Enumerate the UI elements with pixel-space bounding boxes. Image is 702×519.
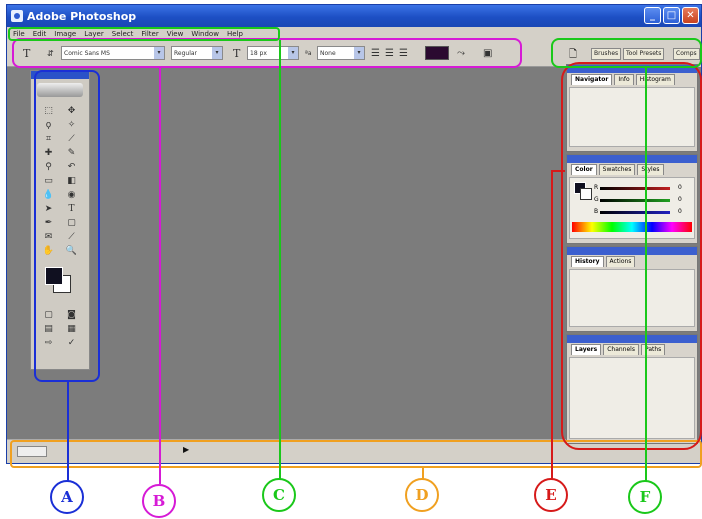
maximize-button[interactable]: □ <box>663 7 680 24</box>
callout-box-b <box>12 38 522 68</box>
foreground-color-swatch[interactable] <box>45 267 63 285</box>
callout-c: C <box>262 478 296 512</box>
callout-line-f <box>645 66 647 482</box>
callout-line-b <box>159 66 161 484</box>
callout-e: E <box>534 478 568 512</box>
callout-a: A <box>50 480 84 514</box>
callout-a-letter: A <box>61 488 73 506</box>
callout-b-letter: B <box>152 492 166 510</box>
window-title: Adobe Photoshop <box>27 9 137 23</box>
callout-line-c <box>279 40 281 480</box>
callout-d: D <box>405 478 439 512</box>
callout-e-letter: E <box>545 486 557 504</box>
photoshop-logo-icon <box>11 10 23 22</box>
callout-box-e <box>561 62 702 450</box>
minimize-button[interactable]: _ <box>644 7 661 24</box>
callout-box-f <box>551 38 702 68</box>
callout-line-a <box>67 380 69 482</box>
close-button[interactable]: ✕ <box>682 7 699 24</box>
annotated-screenshot: Adobe Photoshop _ □ ✕ File Edit Image La… <box>0 0 702 519</box>
callout-f: F <box>628 480 662 514</box>
callout-c-letter: C <box>273 486 285 504</box>
callout-d-letter: D <box>415 486 429 504</box>
callout-line-e-stub <box>551 170 565 172</box>
callout-box-c <box>8 27 280 41</box>
callout-f-letter: F <box>639 488 651 506</box>
callout-box-a <box>34 70 100 382</box>
title-bar: Adobe Photoshop _ □ ✕ <box>7 5 701 27</box>
callout-b: B <box>142 484 176 518</box>
callout-line-e <box>551 170 553 480</box>
